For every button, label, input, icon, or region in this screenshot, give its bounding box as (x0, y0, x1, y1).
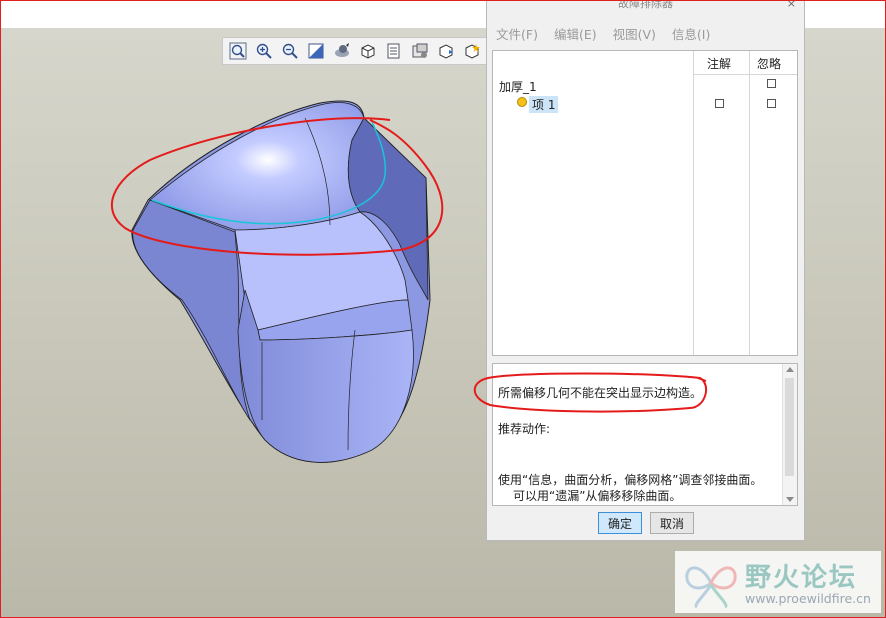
bulb-icon (517, 96, 527, 107)
view-manager-icon (412, 43, 428, 58)
menu-info[interactable]: 信息(I) (672, 24, 710, 43)
saved-views-button[interactable] (383, 40, 405, 62)
scroll-down-icon[interactable] (786, 497, 794, 502)
menu-bar: 文件(F) 编辑(E) 视图(V) 信息(I) (487, 21, 726, 45)
zoom-in-icon (256, 43, 272, 59)
menu-file[interactable]: 文件(F) (496, 24, 538, 43)
zoom-fit-icon (229, 42, 247, 60)
spin-center-button[interactable] (331, 40, 353, 62)
tree-item-1[interactable]: 项 1 (517, 96, 559, 113)
display-style-button[interactable] (357, 40, 379, 62)
message-scrollbar[interactable] (782, 364, 797, 505)
zoom-fit-button[interactable] (227, 40, 249, 62)
annotation-display-button[interactable] (435, 40, 457, 62)
issue-tree: 注解 忽略 加厚_1 项 1 (492, 50, 798, 356)
close-icon[interactable]: × (787, 0, 796, 10)
menu-edit[interactable]: 编辑(E) (554, 24, 597, 43)
zoom-in-button[interactable] (253, 40, 275, 62)
error-message: 所需偏移几何不能在突出显示边构造。 (498, 386, 703, 400)
scroll-up-icon[interactable] (786, 367, 794, 372)
datum-display-button[interactable] (461, 40, 483, 62)
action-line-1: 使用“信息，曲面分析，偏移网格”调查邻接曲面。 (498, 473, 763, 487)
display-style-icon (361, 44, 375, 59)
zoom-out-icon (282, 43, 298, 59)
message-panel: 所需偏移几何不能在突出显示边构造。 推荐动作: 使用“信息，曲面分析，偏移网格”… (492, 363, 798, 506)
menu-view[interactable]: 视图(V) (613, 24, 656, 43)
ok-button[interactable]: 确定 (598, 512, 642, 534)
ignore-checkbox-thicken[interactable] (767, 79, 776, 88)
dialog-title: 故障排除器 (618, 0, 673, 10)
annotation-display-icon (439, 44, 453, 59)
note-checkbox-item-1[interactable] (715, 99, 724, 108)
spin-center-icon (335, 43, 349, 57)
zoom-out-button[interactable] (279, 40, 301, 62)
recommended-action-label: 推荐动作: (498, 422, 551, 436)
cancel-button[interactable]: 取消 (650, 512, 694, 534)
repaint-button[interactable] (305, 40, 327, 62)
datum-display-icon (465, 44, 480, 59)
watermark-url: www.proewildfire.cn (745, 591, 871, 606)
watermark-cn: 野火论坛 (745, 563, 858, 593)
repaint-icon (308, 43, 324, 59)
column-header-ignore: 忽略 (757, 57, 782, 71)
view-manager-button[interactable] (409, 40, 431, 62)
tree-item-1-label: 项 1 (529, 96, 559, 113)
column-header-note: 注解 (707, 57, 732, 71)
troubleshooter-dialog: 故障排除器 × 文件(F) 编辑(E) 视图(V) 信息(I) 注解 忽略 加厚… (486, 0, 805, 541)
action-line-2: 可以用“遗漏”从偏移移除曲面。 (513, 489, 682, 503)
view-toolbar (222, 37, 488, 65)
scroll-thumb[interactable] (785, 378, 794, 476)
ignore-checkbox-item-1[interactable] (767, 99, 776, 108)
saved-views-icon (387, 43, 400, 59)
forum-watermark: 野火论坛 www.proewildfire.cn (675, 551, 881, 613)
butterfly-logo-icon (685, 566, 737, 609)
tree-item-thicken[interactable]: 加厚_1 (499, 78, 537, 95)
